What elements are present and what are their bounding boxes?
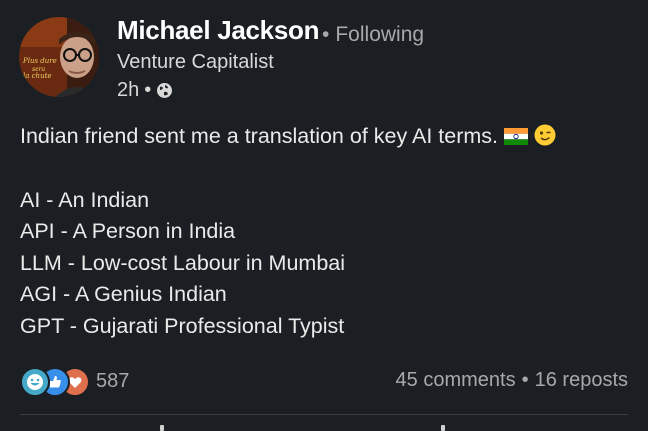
globe-icon: [156, 82, 173, 99]
engagement-stats: 45 comments • 16 reposts: [396, 369, 628, 392]
post-intro: Indian friend sent me a translation of k…: [20, 124, 499, 148]
post-line: AGI - A Genius Indian: [20, 282, 227, 306]
avatar-photo: Plus dure sera la chute: [19, 17, 99, 97]
post-body: Indian friend sent me a translation of k…: [20, 121, 556, 342]
separator-dot: •: [322, 23, 330, 46]
reaction-icons: [20, 367, 92, 397]
follow-status-label: Following: [335, 23, 425, 46]
post-meta: 2h •: [117, 79, 173, 102]
post-line: GPT - Gujarati Professional Typist: [20, 313, 345, 338]
avatar-sign-line-1: Plus dure: [22, 57, 57, 65]
separator-dot: •: [521, 369, 529, 391]
avatar-sign-line-3: la chute: [23, 72, 52, 80]
divider: [20, 414, 628, 415]
post-time: 2h: [117, 79, 140, 101]
author-headline: Venture Capitalist: [117, 51, 274, 73]
comments-count[interactable]: 45 comments: [396, 369, 516, 391]
like-action-icon[interactable]: [160, 425, 164, 431]
post-line: API - A Person in India: [20, 219, 236, 243]
reactions-count: 587: [96, 369, 130, 392]
funny-reaction-icon: [20, 367, 50, 397]
winking-face-icon: [534, 124, 556, 146]
follow-status[interactable]: • Following: [322, 23, 424, 47]
post-line: AI - An Indian: [20, 187, 150, 212]
indian-flag-icon: [504, 123, 529, 145]
separator-dot: •: [144, 79, 152, 101]
author-name[interactable]: Michael Jackson: [117, 15, 319, 46]
author-avatar[interactable]: Plus dure sera la chute: [19, 17, 99, 97]
reactions-summary[interactable]: 587: [20, 367, 130, 397]
post-line: LLM - Low-cost Labour in Mumbai: [20, 250, 346, 275]
send-action-icon[interactable]: [441, 425, 445, 431]
reposts-count[interactable]: 16 reposts: [535, 369, 628, 391]
post-intro-line: Indian friend sent me a translation of k…: [20, 121, 556, 153]
